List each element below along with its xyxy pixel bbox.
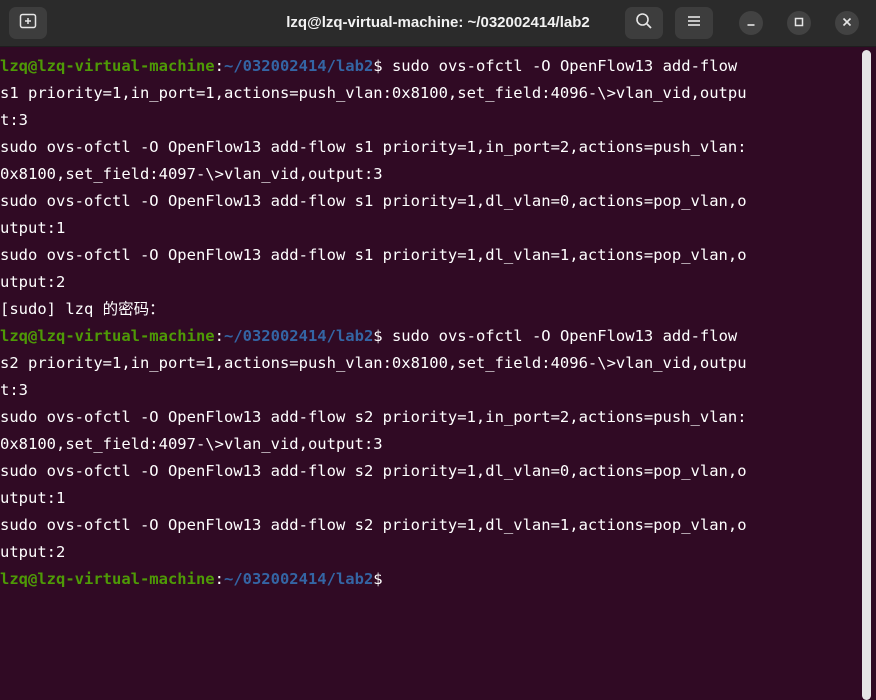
prompt-colon: : (214, 57, 224, 75)
output-line: utput:2 (0, 539, 858, 566)
prompt-dollar: $ (373, 570, 383, 588)
output-line: sudo ovs-ofctl -O OpenFlow13 add-flow s1… (0, 242, 858, 269)
command-text: sudo ovs-ofctl -O OpenFlow13 add-flow s1… (0, 138, 747, 156)
output-line: t:3 (0, 107, 858, 134)
command-text: sudo ovs-ofctl -O OpenFlow13 add-flow s2… (0, 462, 747, 480)
new-tab-icon (19, 13, 37, 34)
command-text: sudo ovs-ofctl -O OpenFlow13 add-flow (382, 327, 738, 345)
terminal-window: lzq@lzq-virtual-machine: ~/032002414/lab… (0, 0, 876, 700)
command-text: t:3 (0, 381, 28, 399)
output-line: s2 priority=1,in_port=1,actions=push_vla… (0, 350, 858, 377)
prompt-user: lzq@lzq-virtual-machine (0, 327, 215, 345)
minimize-button[interactable] (739, 11, 763, 35)
output-line: [sudo] lzq 的密码： (0, 296, 858, 323)
new-tab-button[interactable] (9, 7, 47, 39)
search-icon (635, 12, 653, 35)
output-line: t:3 (0, 377, 858, 404)
terminal-output[interactable]: lzq@lzq-virtual-machine:~/032002414/lab2… (0, 53, 858, 700)
prompt-colon: : (214, 327, 224, 345)
window-title: lzq@lzq-virtual-machine: ~/032002414/lab… (286, 14, 590, 31)
minimize-icon (746, 14, 756, 32)
prompt-path: ~/032002414/lab2 (223, 327, 374, 345)
output-line: sudo ovs-ofctl -O OpenFlow13 add-flow s2… (0, 458, 858, 485)
command-text: sudo ovs-ofctl -O OpenFlow13 add-flow s1… (0, 192, 747, 210)
command-text: [sudo] lzq 的密码： (0, 300, 165, 318)
prompt-line: lzq@lzq-virtual-machine:~/032002414/lab2… (0, 566, 858, 593)
command-text: utput:2 (0, 273, 66, 291)
scrollbar[interactable] (862, 50, 871, 700)
command-text: s2 priority=1,in_port=1,actions=push_vla… (0, 354, 747, 372)
command-text: utput:2 (0, 543, 66, 561)
output-line: utput:1 (0, 485, 858, 512)
command-text: 0x8100,set_field:4097-\>vlan_vid,output:… (0, 165, 383, 183)
command-text: sudo ovs-ofctl -O OpenFlow13 add-flow s2… (0, 516, 747, 534)
hamburger-menu-icon (686, 14, 702, 33)
command-text: sudo ovs-ofctl -O OpenFlow13 add-flow (382, 57, 738, 75)
output-line: sudo ovs-ofctl -O OpenFlow13 add-flow s1… (0, 134, 858, 161)
output-line: sudo ovs-ofctl -O OpenFlow13 add-flow s1… (0, 188, 858, 215)
prompt-colon: : (214, 570, 224, 588)
command-text: utput:1 (0, 489, 66, 507)
prompt-path: ~/032002414/lab2 (223, 570, 374, 588)
output-line: 0x8100,set_field:4097-\>vlan_vid,output:… (0, 161, 858, 188)
prompt-dollar: $ (373, 57, 383, 75)
output-line: utput:2 (0, 269, 858, 296)
output-line: s1 priority=1,in_port=1,actions=push_vla… (0, 80, 858, 107)
close-icon (842, 14, 852, 32)
output-line: utput:1 (0, 215, 858, 242)
prompt-line: lzq@lzq-virtual-machine:~/032002414/lab2… (0, 53, 858, 80)
search-button[interactable] (625, 7, 663, 39)
command-text: s1 priority=1,in_port=1,actions=push_vla… (0, 84, 747, 102)
prompt-dollar: $ (373, 327, 383, 345)
maximize-icon (794, 14, 804, 32)
prompt-user: lzq@lzq-virtual-machine (0, 570, 215, 588)
close-button[interactable] (835, 11, 859, 35)
menu-button[interactable] (675, 7, 713, 39)
command-text: t:3 (0, 111, 28, 129)
output-line: sudo ovs-ofctl -O OpenFlow13 add-flow s2… (0, 404, 858, 431)
command-text: sudo ovs-ofctl -O OpenFlow13 add-flow s1… (0, 246, 747, 264)
prompt-line: lzq@lzq-virtual-machine:~/032002414/lab2… (0, 323, 858, 350)
command-text: sudo ovs-ofctl -O OpenFlow13 add-flow s2… (0, 408, 747, 426)
title-bar: lzq@lzq-virtual-machine: ~/032002414/lab… (0, 0, 876, 47)
command-text: utput:1 (0, 219, 66, 237)
prompt-path: ~/032002414/lab2 (223, 57, 374, 75)
output-line: 0x8100,set_field:4097-\>vlan_vid,output:… (0, 431, 858, 458)
prompt-user: lzq@lzq-virtual-machine (0, 57, 215, 75)
maximize-button[interactable] (787, 11, 811, 35)
output-line: sudo ovs-ofctl -O OpenFlow13 add-flow s2… (0, 512, 858, 539)
command-text: 0x8100,set_field:4097-\>vlan_vid,output:… (0, 435, 383, 453)
